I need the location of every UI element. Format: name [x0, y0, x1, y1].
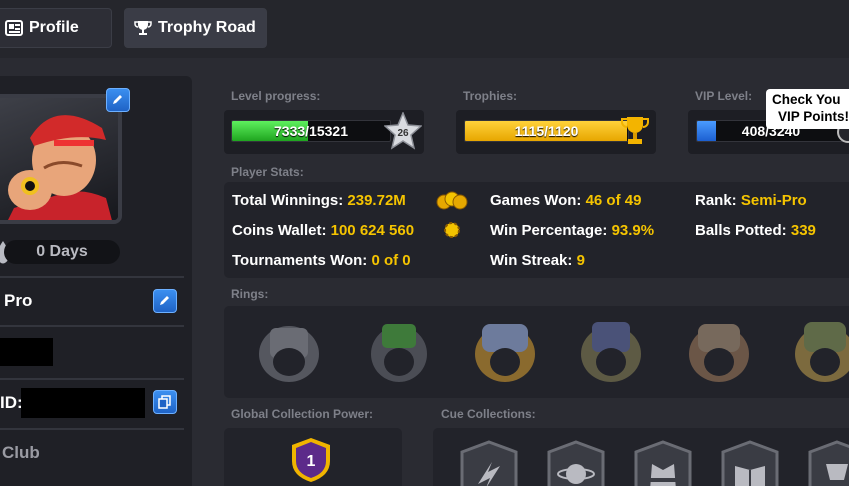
ring-icon[interactable] — [686, 316, 752, 386]
ring-icon[interactable] — [578, 316, 644, 386]
stat-label: Total Winnings: — [232, 192, 344, 209]
coin-stack-icon — [436, 191, 468, 210]
stat-label: Balls Potted: — [695, 222, 787, 239]
vip-tooltip-line1: Check You — [772, 92, 841, 107]
stat-win-streak: Win Streak: 9 — [490, 252, 585, 269]
stat-value: 0 of 0 — [371, 252, 411, 269]
stat-label: Tournaments Won: — [232, 252, 368, 269]
tab-trophy-road-label: Trophy Road — [158, 19, 256, 36]
collection-level-number: 1 — [307, 453, 316, 470]
pencil-icon — [113, 95, 122, 104]
stat-win-percentage: Win Percentage: 93.9% — [490, 222, 654, 239]
stat-value: 100 624 560 — [330, 222, 415, 239]
stat-balls-potted: Balls Potted: 339 — [695, 222, 816, 239]
stat-label: Games Won: — [490, 192, 582, 209]
stat-value: Semi-Pro — [740, 192, 807, 209]
stat-coins-wallet: Coins Wallet: 100 624 560 — [232, 222, 414, 239]
trophy-icon — [134, 21, 152, 35]
days-counter: 0 Days — [4, 240, 120, 264]
copy-id-button[interactable] — [153, 390, 177, 414]
pencil-icon — [160, 296, 169, 305]
divider — [0, 428, 184, 430]
divider — [0, 276, 184, 278]
level-star-icon: 26 — [384, 112, 422, 150]
trophies-text: 1115/1120 — [514, 123, 579, 139]
copy-icon — [158, 395, 171, 409]
level-number: 26 — [397, 128, 409, 139]
trophies-label: Trophies: — [463, 89, 518, 103]
global-collection-label: Global Collection Power: — [231, 407, 374, 421]
divider — [0, 378, 184, 380]
player-id-label: ID: — [0, 393, 23, 412]
ring-icon[interactable] — [366, 316, 432, 386]
vip-tooltip[interactable]: Check You VIP Points! — [766, 89, 849, 129]
edit-rank-button[interactable] — [153, 289, 177, 313]
coin-icon — [444, 222, 460, 238]
vip-tooltip-line2: VIP Points! — [778, 109, 849, 124]
ring-icon[interactable] — [792, 316, 849, 386]
stat-rank: Rank: Semi-Pro — [695, 192, 807, 209]
tab-profile[interactable]: Profile — [0, 8, 112, 48]
stat-games-won: Games Won: 46 of 49 — [490, 192, 641, 209]
stat-value: 339 — [790, 222, 816, 239]
gold-trophy-icon — [621, 117, 649, 144]
ring-icon[interactable] — [472, 316, 538, 386]
stat-label: Coins Wallet: — [232, 222, 327, 239]
level-progress-label: Level progress: — [231, 89, 321, 103]
trophy-collection-icon[interactable] — [806, 440, 849, 486]
stat-label: Win Streak: — [490, 252, 573, 269]
stat-value: 9 — [576, 252, 585, 269]
lightning-collection-icon[interactable] — [458, 440, 520, 486]
rings-label: Rings: — [231, 287, 269, 301]
avatar[interactable] — [0, 94, 122, 224]
stat-total-winnings: Total Winnings: 239.72M — [232, 192, 406, 209]
level-progress-text: 7333/15321 — [274, 123, 348, 139]
stat-label: Win Percentage: — [490, 222, 608, 239]
tab-trophy-road[interactable]: Trophy Road — [124, 8, 267, 48]
ring-icon[interactable] — [256, 316, 322, 386]
rank-name: Pro — [4, 291, 33, 310]
collection-level-shield-icon[interactable]: 1 — [289, 436, 333, 484]
player-portrait-image — [8, 115, 112, 220]
level-progress-bar: 7333/15321 — [231, 120, 391, 142]
book-collection-icon[interactable] — [719, 440, 781, 486]
level-progress-panel: 7333/15321 26 — [224, 110, 424, 154]
player-stats-label: Player Stats: — [231, 165, 304, 179]
stat-value: 46 of 49 — [585, 192, 642, 209]
stat-value: 239.72M — [347, 192, 406, 209]
trophies-bar: 1115/1120 — [464, 120, 629, 142]
redacted-id — [21, 388, 145, 418]
divider — [0, 325, 184, 327]
cue-collections-label: Cue Collections: — [441, 407, 536, 421]
edit-avatar-button[interactable] — [106, 88, 130, 112]
club-label[interactable]: Club — [2, 443, 40, 463]
stat-value: 93.9% — [611, 222, 655, 239]
vip-level-label: VIP Level: — [695, 89, 753, 103]
karate-collection-icon[interactable] — [632, 440, 694, 486]
redacted-name — [0, 338, 53, 366]
profile-card-icon — [5, 20, 23, 36]
trophies-panel: 1115/1120 — [456, 110, 656, 154]
planet-collection-icon[interactable] — [545, 440, 607, 486]
stat-label: Rank: — [695, 192, 737, 209]
tab-profile-label: Profile — [29, 19, 79, 36]
stat-tournaments-won: Tournaments Won: 0 of 0 — [232, 252, 411, 269]
